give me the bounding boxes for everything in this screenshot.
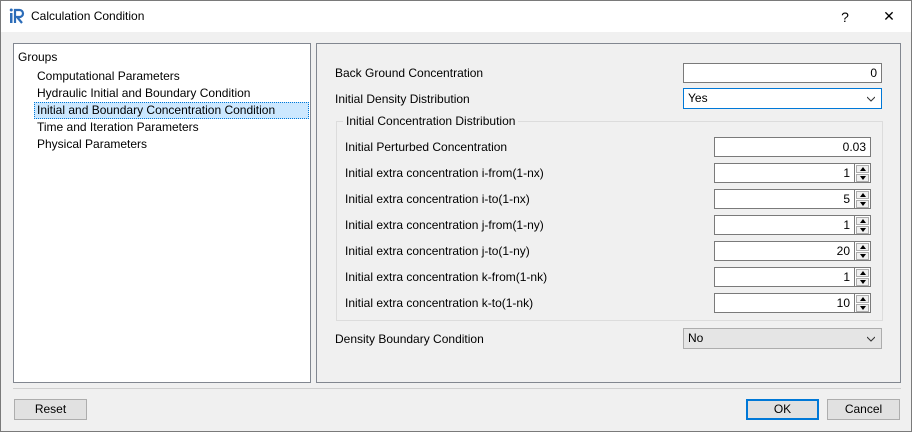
- window-title: Calculation Condition: [31, 9, 145, 23]
- j-from-value[interactable]: 1: [714, 215, 855, 235]
- groupbox-title: Initial Concentration Distribution: [343, 114, 519, 128]
- i-from-value[interactable]: 1: [714, 163, 855, 183]
- initial-density-distribution-label: Initial Density Distribution: [335, 92, 470, 106]
- close-button[interactable]: ✕: [867, 1, 911, 32]
- spin-up-icon[interactable]: [856, 217, 869, 225]
- group-item-concentration-condition[interactable]: Initial and Boundary Concentration Condi…: [34, 102, 309, 119]
- initial-perturbed-concentration-label: Initial Perturbed Concentration: [345, 140, 508, 154]
- spin-down-icon[interactable]: [856, 278, 869, 286]
- initial-perturbed-concentration-input[interactable]: 0.03: [714, 137, 871, 157]
- j-to-value[interactable]: 20: [714, 241, 855, 261]
- group-item-physical-parameters[interactable]: Physical Parameters: [35, 137, 311, 154]
- spin-down-icon[interactable]: [856, 252, 869, 260]
- k-from-spinbox[interactable]: 1: [714, 267, 871, 287]
- spin-up-icon[interactable]: [856, 269, 869, 277]
- spin-arrows: [855, 163, 871, 183]
- k-to-label: Initial extra concentration k-to(1-nk): [345, 296, 534, 310]
- i-to-spinbox[interactable]: 5: [714, 189, 871, 209]
- dialog-window: Calculation Condition ? ✕ Groups Computa…: [0, 0, 912, 432]
- initial-density-distribution-value: Yes: [688, 91, 708, 105]
- j-to-spinbox[interactable]: 20: [714, 241, 871, 261]
- density-boundary-condition-label: Density Boundary Condition: [335, 332, 484, 346]
- initial-concentration-distribution-group: Initial Concentration Distribution Initi…: [336, 114, 883, 321]
- group-item-hydraulic-condition[interactable]: Hydraulic Initial and Boundary Condition: [35, 86, 311, 103]
- j-to-label: Initial extra concentration j-to(1-ny): [345, 244, 530, 258]
- density-boundary-condition-select[interactable]: No: [683, 328, 882, 349]
- back-ground-concentration-input[interactable]: 0: [683, 63, 882, 83]
- chevron-down-icon: [867, 336, 875, 342]
- j-from-spinbox[interactable]: 1: [714, 215, 871, 235]
- reset-button[interactable]: Reset: [14, 399, 87, 420]
- group-item-time-iteration[interactable]: Time and Iteration Parameters: [35, 120, 311, 137]
- initial-density-distribution-select[interactable]: Yes: [683, 88, 882, 109]
- density-boundary-condition-value: No: [688, 331, 704, 345]
- back-ground-concentration-label: Back Ground Concentration: [335, 66, 484, 80]
- i-from-spinbox[interactable]: 1: [714, 163, 871, 183]
- spin-up-icon[interactable]: [856, 295, 869, 303]
- groups-header: Groups: [18, 50, 58, 64]
- i-to-value[interactable]: 5: [714, 189, 855, 209]
- i-to-label: Initial extra concentration i-to(1-nx): [345, 192, 530, 206]
- spin-down-icon[interactable]: [856, 200, 869, 208]
- title-bar[interactable]: Calculation Condition ? ✕: [1, 1, 911, 32]
- groups-tree[interactable]: Groups Computational Parameters Hydrauli…: [13, 43, 311, 383]
- spin-arrows: [855, 241, 871, 261]
- iric-logo-icon: [9, 8, 25, 24]
- parameter-panel: Back Ground Concentration 0 Initial Dens…: [316, 43, 901, 383]
- spin-up-icon[interactable]: [856, 191, 869, 199]
- spin-down-icon[interactable]: [856, 304, 869, 312]
- cancel-button[interactable]: Cancel: [827, 399, 900, 420]
- group-item-computational-parameters[interactable]: Computational Parameters: [35, 69, 311, 86]
- k-to-value[interactable]: 10: [714, 293, 855, 313]
- spin-up-icon[interactable]: [856, 243, 869, 251]
- spin-arrows: [855, 215, 871, 235]
- spin-arrows: [855, 267, 871, 287]
- chevron-down-icon: [867, 96, 875, 102]
- help-button[interactable]: ?: [823, 1, 867, 32]
- k-to-spinbox[interactable]: 10: [714, 293, 871, 313]
- j-from-label: Initial extra concentration j-from(1-ny): [345, 218, 544, 232]
- spin-down-icon[interactable]: [856, 226, 869, 234]
- i-from-label: Initial extra concentration i-from(1-nx): [345, 166, 544, 180]
- spin-arrows: [855, 189, 871, 209]
- spin-arrows: [855, 293, 871, 313]
- footer-separator: [13, 388, 901, 389]
- spin-up-icon[interactable]: [856, 165, 869, 173]
- spin-down-icon[interactable]: [856, 174, 869, 182]
- k-from-value[interactable]: 1: [714, 267, 855, 287]
- ok-button[interactable]: OK: [746, 399, 819, 420]
- k-from-label: Initial extra concentration k-from(1-nk): [345, 270, 548, 284]
